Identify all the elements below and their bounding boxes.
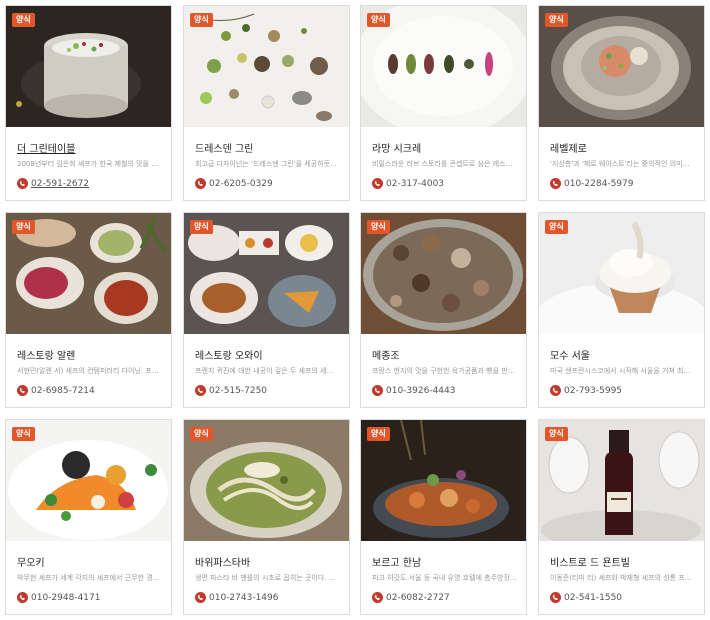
restaurant-name[interactable]: 레스토랑 알렌 [17,347,75,362]
phone-icon [550,178,561,189]
phone-row: 010-2948-4171 [17,592,100,603]
phone-icon [17,385,28,396]
restaurant-description: 이동준(티미 리) 셰프와 박재형 셰프의 성통 프랜... [550,574,695,582]
cuisine-badge: 양식 [190,220,213,234]
restaurant-description: 비밀스러운 러브 스토리를 콘셉트로 삼은 레스케... [372,160,517,168]
cuisine-badge: 양식 [545,13,568,27]
phone-icon [550,385,561,396]
restaurant-name[interactable]: 레벨제로 [550,140,587,155]
phone-row: 02-317-4003 [372,178,444,189]
cuisine-badge: 양식 [12,427,35,441]
phone-number[interactable]: 02-6985-7214 [31,386,95,396]
restaurant-description: 박무현 셰프가 세계 각지의 셰프에서 근무한 경험... [17,574,162,582]
restaurant-description: 생면 파스타 바 맨를의 시초로 꼽히는 곳이다. 제... [195,574,340,582]
phone-icon [195,385,206,396]
phone-row: 02-6205-0329 [195,178,273,189]
restaurant-name[interactable]: 모수 서울 [550,347,590,362]
restaurant-name[interactable]: 레스토랑 오와이 [195,347,263,362]
phone-icon [195,592,206,603]
phone-number[interactable]: 010-3926-4443 [386,386,455,396]
phone-number[interactable]: 010-2284-5979 [564,179,633,189]
phone-row: 010-3926-4443 [372,385,455,396]
cuisine-badge: 양식 [367,220,390,234]
phone-number[interactable]: 02-515-7250 [209,386,267,396]
phone-number[interactable]: 010-2743-1496 [209,593,278,603]
restaurant-description: 피크 히갓도 서울 등 국내 유명 호텔에 총주방장... [372,574,517,582]
cuisine-badge: 양식 [12,220,35,234]
restaurant-card[interactable]: 양식 드레스덴 그린 최고급 디자이넌는 '드레스덴 그린'을 세공하듯... … [183,5,350,201]
restaurant-description: 프랑스 현지의 맛을 구현한 육가공품과 빵을 판매... [372,367,517,375]
phone-row: 010-2284-5979 [550,178,633,189]
phone-icon [195,178,206,189]
restaurant-description: 프렌치 퀴진에 대한 내공이 깊은 두 셰프의 세... [195,367,334,375]
restaurant-card[interactable]: 양식 더 그린테이블 2008년부터 김은희 셰프가 한국 제철의 맛을 음..… [5,5,172,201]
phone-icon [550,592,561,603]
restaurant-description: 최고급 디자이넌는 '드레스덴 그린'을 세공하듯... [195,160,337,168]
restaurant-card[interactable]: 양식 레스토랑 알렌 서현민(알렌 서) 셰프의 컨템퍼러리 다이닝. 프랜..… [5,212,172,408]
cuisine-badge: 양식 [190,427,213,441]
phone-number[interactable]: 02-317-4003 [386,179,444,189]
restaurant-card[interactable]: 양식 비스트로 드 욘트빌 이동준(티미 리) 셰프와 박재형 셰프의 성통 프… [538,419,705,615]
cuisine-badge: 양식 [190,13,213,27]
cuisine-badge: 양식 [545,220,568,234]
restaurant-name[interactable]: 바위파스타바 [195,554,250,569]
phone-number[interactable]: 02-6082-2727 [386,593,450,603]
restaurant-name[interactable]: 라망 시크레 [372,140,421,155]
restaurant-grid: 양식 더 그린테이블 2008년부터 김은희 셰프가 한국 제철의 맛을 음..… [0,0,710,620]
phone-number[interactable]: 010-2948-4171 [31,593,100,603]
phone-number[interactable]: 02-6205-0329 [209,179,273,189]
restaurant-card[interactable]: 양식 메종조 프랑스 현지의 맛을 구현한 육가공품과 빵을 판매... 010… [360,212,527,408]
phone-row: 02-541-1550 [550,592,622,603]
phone-row: 02-6985-7214 [17,385,95,396]
phone-row: 02-793-5995 [550,385,622,396]
phone-row: 010-2743-1496 [195,592,278,603]
phone-icon [17,592,28,603]
restaurant-description: 미국 샌프란시스코에서 시작해 서울을 거쳐 최근 ... [550,367,695,375]
phone-row: 02-6082-2727 [372,592,450,603]
restaurant-name[interactable]: 드레스덴 그린 [195,140,253,155]
restaurant-card[interactable]: 양식 레벨제로 '지상층'과 '제로 웨이스트'라는 중의적인 의미가 ... … [538,5,705,201]
restaurant-card[interactable]: 양식 바위파스타바 생면 파스타 바 맨를의 시초로 꼽히는 곳이다. 제...… [183,419,350,615]
restaurant-description: '지상층'과 '제로 웨이스트'라는 중의적인 의미가 ... [550,160,695,168]
restaurant-card[interactable]: 양식 모수 서울 미국 샌프란시스코에서 시작해 서울을 거쳐 최근 ... 0… [538,212,705,408]
phone-icon [17,178,28,189]
restaurant-card[interactable]: 양식 무오키 박무현 셰프가 세계 각지의 셰프에서 근무한 경험... 010… [5,419,172,615]
phone-icon [372,178,383,189]
cuisine-badge: 양식 [367,427,390,441]
phone-number[interactable]: 02-793-5995 [564,386,622,396]
phone-row: 02-515-7250 [195,385,267,396]
restaurant-card[interactable]: 양식 라망 시크레 비밀스러운 러브 스토리를 콘셉트로 삼은 레스케... 0… [360,5,527,201]
restaurant-name[interactable]: 메종조 [372,347,400,362]
phone-row: 02-591-2672 [17,178,89,189]
cuisine-badge: 양식 [545,427,568,441]
cuisine-badge: 양식 [367,13,390,27]
restaurant-description: 서현민(알렌 서) 셰프의 컨템퍼러리 다이닝. 프랜... [17,367,162,375]
restaurant-card[interactable]: 양식 보르고 한남 피크 히갓도 서울 등 국내 유명 호텔에 총주방장... … [360,419,527,615]
phone-number[interactable]: 02-541-1550 [564,593,622,603]
restaurant-name[interactable]: 더 그린테이블 [17,140,75,155]
phone-icon [372,592,383,603]
restaurant-name[interactable]: 비스트로 드 욘트빌 [550,554,630,569]
restaurant-name[interactable]: 보르고 한남 [372,554,421,569]
phone-icon [372,385,383,396]
cuisine-badge: 양식 [12,13,35,27]
restaurant-card[interactable]: 양식 레스토랑 오와이 프렌치 퀴진에 대한 내공이 깊은 두 셰프의 세...… [183,212,350,408]
restaurant-description: 2008년부터 김은희 셰프가 한국 제철의 맛을 음... [17,160,162,168]
phone-number[interactable]: 02-591-2672 [31,179,89,189]
restaurant-name[interactable]: 무오키 [17,554,45,569]
